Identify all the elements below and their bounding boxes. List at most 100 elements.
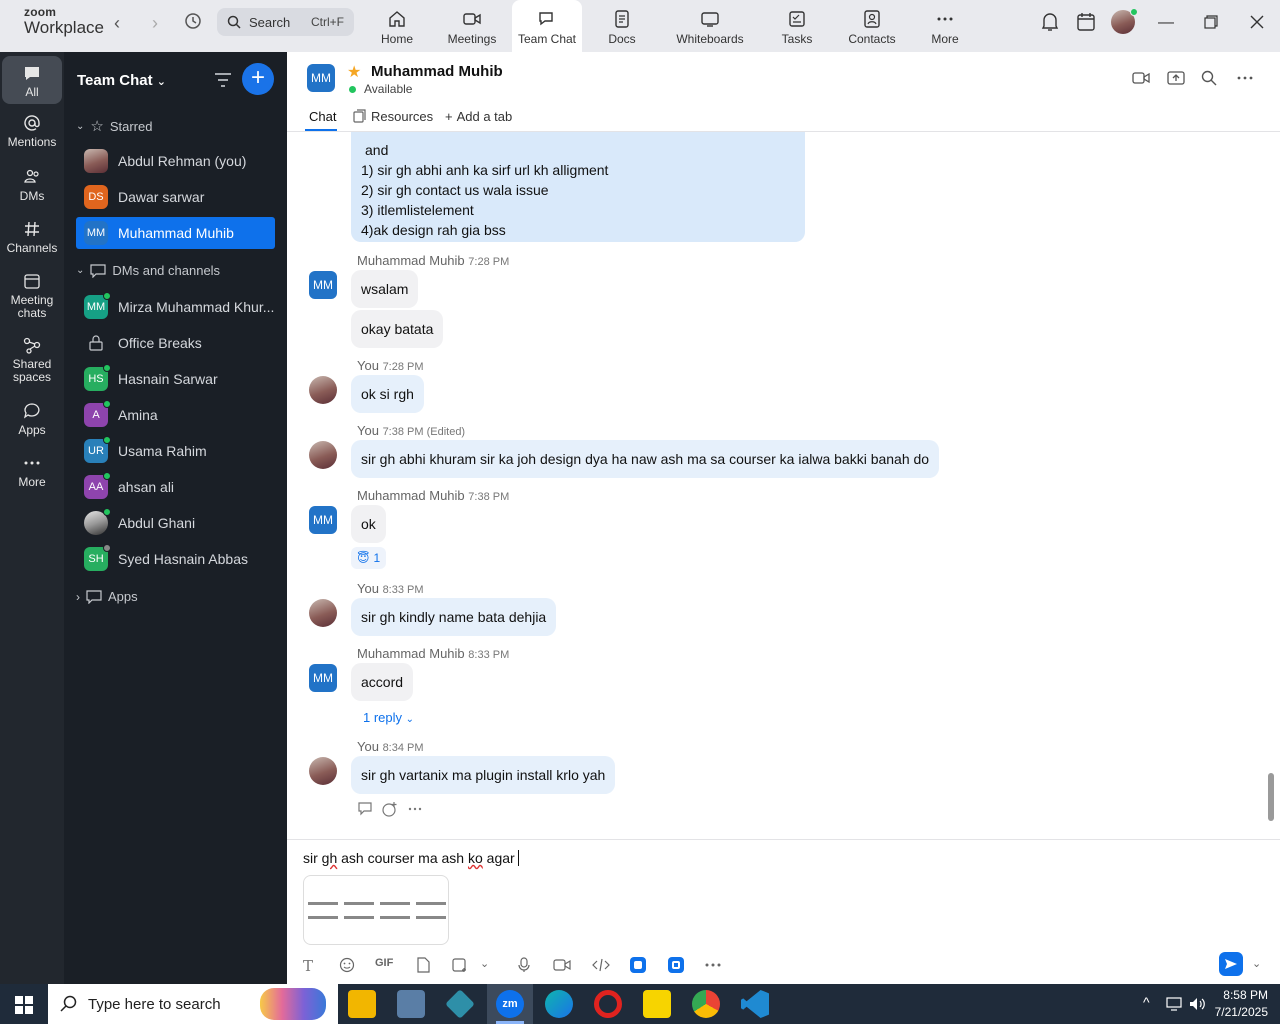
tab-whiteboards[interactable]: Whiteboards	[672, 0, 748, 52]
message-bubble[interactable]: sir gh vartanix ma plugin install krlo y…	[351, 756, 616, 794]
send-button[interactable]	[1219, 952, 1243, 976]
tab-more[interactable]: More	[928, 0, 962, 52]
replies-link[interactable]: 1 reply ⌄	[363, 710, 414, 725]
rail-item-apps[interactable]: Apps	[2, 402, 62, 437]
add-reaction-icon[interactable]	[382, 801, 398, 817]
share-screen-icon[interactable]	[1167, 70, 1185, 86]
rail-item-mentions[interactable]: Mentions	[2, 114, 62, 149]
back-arrow-icon[interactable]: ‹	[114, 13, 120, 34]
rail-item-shared-spaces[interactable]: Shared spaces	[2, 336, 62, 384]
tab-add[interactable]: + Add a tab	[445, 109, 512, 124]
rail-item-dms[interactable]: DMs	[2, 168, 62, 203]
tab-home[interactable]: Home	[374, 0, 420, 52]
search-bar[interactable]: Search Ctrl+F	[217, 8, 354, 36]
tab-docs[interactable]: Docs	[602, 0, 642, 52]
message-bubble[interactable]: okay batata	[351, 310, 444, 348]
video-call-icon[interactable]	[1132, 70, 1150, 86]
system-clock[interactable]: 8:58 PM 7/21/2025	[1215, 987, 1268, 1021]
rail-item-meeting-chats[interactable]: Meeting chats	[2, 272, 62, 320]
paint-app-icon[interactable]	[397, 990, 425, 1018]
ellipsis-icon[interactable]	[1237, 70, 1253, 86]
sidebar-item[interactable]: MM Mirza Muhammad Khur...	[76, 291, 275, 323]
reply-icon[interactable]	[357, 801, 373, 817]
volume-icon[interactable]	[1189, 996, 1207, 1012]
sidebar-item[interactable]: Abdul Rehman (you)	[76, 145, 275, 177]
message-bubble[interactable]: sir gh abhi khuram sir ka joh design dya…	[351, 440, 940, 478]
message-bubble[interactable]: wsalam	[351, 270, 419, 308]
image-attachment-preview[interactable]	[303, 875, 449, 945]
sidebar-item[interactable]: MM Muhammad Muhib	[76, 217, 275, 249]
sidebar-item[interactable]: UR Usama Rahim	[76, 435, 275, 467]
chat-contact-name[interactable]: Muhammad Muhib	[371, 63, 503, 80]
tab-chat[interactable]: Chat	[309, 109, 336, 124]
calendar-icon[interactable]	[1077, 12, 1095, 32]
message-bubble[interactable]: accord	[351, 663, 414, 701]
ellipsis-icon[interactable]	[705, 963, 721, 967]
avatar[interactable]	[309, 441, 337, 469]
zoom-app-icon[interactable]: zm	[496, 990, 524, 1018]
tab-resources[interactable]: Resources	[353, 109, 433, 124]
app-integration-icon[interactable]	[630, 957, 646, 973]
message-bubble[interactable]: sir gh kindly name bata dehjia	[351, 598, 557, 636]
history-icon[interactable]	[183, 11, 203, 31]
send-options-chevron-icon[interactable]: ⌄	[1252, 957, 1261, 970]
chevron-up-icon[interactable]: ^	[1143, 994, 1150, 1010]
chevron-down-icon[interactable]: ⌄	[480, 957, 489, 970]
message-bubble-list[interactable]: and 1) sir gh abhi anh ka sirf url kh al…	[351, 132, 805, 242]
opera-browser-icon[interactable]	[594, 990, 622, 1018]
reaction-chip[interactable]: 😇 1	[351, 547, 387, 569]
code-snippet-icon[interactable]	[592, 957, 610, 973]
taskbar-search[interactable]: Type here to search	[48, 984, 338, 1024]
emoji-icon[interactable]	[339, 957, 355, 973]
rail-item-all[interactable]: All	[2, 56, 62, 104]
microphone-icon[interactable]	[517, 957, 531, 973]
restore-icon[interactable]	[1204, 15, 1218, 29]
section-dms-channels[interactable]: ⌄ DMs and channels	[76, 263, 220, 278]
tab-team-chat[interactable]: Team Chat	[512, 0, 582, 52]
avatar[interactable]	[309, 599, 337, 627]
more-actions-icon[interactable]	[407, 801, 423, 817]
sidebar-item[interactable]: Office Breaks	[76, 327, 275, 359]
sidebar-item[interactable]: SH Syed Hasnain Abbas	[76, 543, 275, 575]
tab-contacts[interactable]: Contacts	[846, 0, 898, 52]
avatar[interactable]	[309, 757, 337, 785]
tab-meetings[interactable]: Meetings	[444, 0, 500, 52]
file-explorer-icon[interactable]	[348, 990, 376, 1018]
panel-title[interactable]: Team Chat ⌄	[77, 72, 166, 89]
network-icon[interactable]	[1166, 996, 1184, 1012]
close-icon[interactable]	[1250, 15, 1264, 29]
avatar[interactable]	[309, 376, 337, 404]
avatar[interactable]: MM	[309, 506, 337, 534]
chrome-browser-icon[interactable]	[692, 990, 720, 1018]
avatar[interactable]: MM	[309, 664, 337, 692]
bell-icon[interactable]	[1041, 12, 1059, 32]
message-bubble[interactable]: ok si rgh	[351, 375, 424, 413]
gif-button[interactable]: GIF	[375, 957, 393, 969]
sidebar-item[interactable]: AA ahsan ali	[76, 471, 275, 503]
message-input[interactable]: sir gh ash courser ma ash ko agar	[303, 850, 519, 866]
search-icon[interactable]	[1201, 70, 1217, 86]
sidebar-item[interactable]: Abdul Ghani	[76, 507, 275, 539]
text-format-icon[interactable]: T	[303, 957, 313, 975]
new-chat-button[interactable]: +	[242, 63, 274, 95]
video-message-icon[interactable]	[553, 957, 571, 973]
chat-avatar[interactable]: MM	[307, 64, 335, 92]
forward-arrow-icon[interactable]: ›	[152, 13, 158, 34]
vscode-icon[interactable]	[741, 990, 769, 1018]
rail-item-more[interactable]: More	[2, 454, 62, 489]
sidebar-item[interactable]: DS Dawar sarwar	[76, 181, 275, 213]
windows-start-icon[interactable]	[15, 996, 33, 1014]
section-apps[interactable]: › Apps	[76, 589, 138, 604]
rail-item-channels[interactable]: Channels	[2, 220, 62, 255]
file-icon[interactable]	[416, 957, 430, 973]
minimize-icon[interactable]: —	[1158, 14, 1174, 32]
user-avatar[interactable]	[1111, 8, 1138, 34]
screenshot-icon[interactable]	[452, 957, 468, 973]
avatar[interactable]: MM	[309, 271, 337, 299]
section-starred[interactable]: ⌄ ☆ Starred	[76, 117, 152, 135]
sticky-notes-icon[interactable]	[643, 990, 671, 1018]
tab-tasks[interactable]: Tasks	[778, 0, 816, 52]
scrollbar-thumb[interactable]	[1268, 773, 1274, 821]
app-icon[interactable]	[445, 989, 475, 1019]
message-bubble[interactable]: ok	[351, 505, 386, 543]
